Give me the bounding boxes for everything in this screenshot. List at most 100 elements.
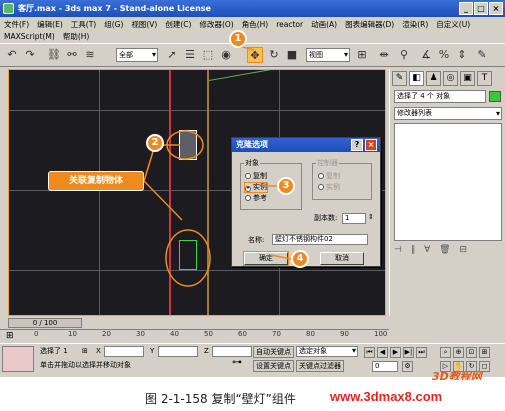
timeline-tick-label: 70 bbox=[272, 330, 281, 338]
radio-icon bbox=[245, 173, 251, 179]
goto-start-icon[interactable]: ⏮ bbox=[364, 347, 375, 358]
title-bar: 客厅.max - 3ds max 7 - Stand-alone License… bbox=[0, 0, 505, 17]
undo-icon[interactable]: ↶ bbox=[4, 47, 20, 63]
set-key-button[interactable]: 设置关键点 bbox=[253, 360, 294, 372]
caption-url[interactable]: www.3dmax8.com bbox=[330, 389, 442, 404]
status-bar: 选择了 1 ⊞ X Y Z ⊶ 自动关键点 选定对象 设置关键点 关键点过滤器 … bbox=[0, 343, 505, 377]
radio-instance[interactable]: • 实例 bbox=[244, 182, 268, 193]
zoom-icon[interactable]: ⌕ bbox=[440, 347, 451, 358]
minimize-button[interactable]: _ bbox=[459, 2, 473, 15]
select-and-scale-icon[interactable]: ■ bbox=[284, 47, 300, 63]
timeline-tick-label: 20 bbox=[102, 330, 111, 338]
copies-spinner[interactable]: 1 bbox=[342, 213, 366, 224]
reference-coordinate-dropdown[interactable]: 视图 bbox=[306, 48, 350, 62]
redo-icon[interactable]: ↷ bbox=[22, 47, 38, 63]
key-filters-button[interactable]: 关键点过滤器 bbox=[296, 360, 344, 372]
track-bar-icon[interactable]: ⊞ bbox=[6, 331, 14, 341]
x-coordinate-field[interactable] bbox=[104, 346, 144, 357]
timeline-tick-label: 0 bbox=[34, 330, 39, 338]
lamp-fixture-bottom[interactable] bbox=[179, 240, 197, 270]
step-badge-4: 4 bbox=[291, 250, 309, 268]
select-object-icon[interactable]: ➚ bbox=[164, 47, 180, 63]
key-icon[interactable]: ⊶ bbox=[232, 358, 242, 368]
make-unique-icon[interactable]: ∀ bbox=[424, 245, 430, 255]
percent-snap-icon[interactable]: % bbox=[436, 47, 452, 63]
radio-copy[interactable]: 复制 bbox=[245, 172, 267, 181]
mirror-icon[interactable]: ⇹ bbox=[376, 47, 392, 63]
close-button[interactable]: × bbox=[489, 2, 503, 15]
selection-filter-dropdown[interactable]: 全部 bbox=[116, 48, 158, 62]
unlink-icon[interactable]: ⚯ bbox=[64, 47, 80, 63]
radio-reference[interactable]: 参考 bbox=[245, 194, 267, 203]
play-icon[interactable]: ▶ bbox=[390, 347, 401, 358]
controller-copy-radio[interactable]: 复制 bbox=[318, 172, 340, 181]
timeline-tick-label: 10 bbox=[68, 330, 77, 338]
ok-button[interactable]: 确定 bbox=[243, 251, 289, 266]
scene-line bbox=[208, 70, 385, 81]
display-tab-icon[interactable]: ▣ bbox=[460, 71, 475, 86]
maximize-button[interactable]: □ bbox=[474, 2, 488, 15]
menu-bar-row-2: MAXScript(M) 帮助(H) bbox=[0, 30, 505, 43]
link-icon[interactable]: ⛓ bbox=[46, 47, 62, 63]
angle-snap-icon[interactable]: ∡ bbox=[418, 47, 434, 63]
time-config-icon[interactable]: ⚙ bbox=[402, 361, 413, 372]
spinner-arrows-icon[interactable]: ⇕ bbox=[368, 213, 374, 221]
z-coordinate-field[interactable] bbox=[212, 346, 252, 357]
bind-spacewarp-icon[interactable]: ≋ bbox=[82, 47, 98, 63]
goto-end-icon[interactable]: ⏭ bbox=[416, 347, 427, 358]
snap-toggle-icon[interactable]: ⚲ bbox=[396, 47, 412, 63]
lamp-fixture-top[interactable] bbox=[179, 130, 197, 160]
selected-object-dropdown[interactable]: 选定对象 bbox=[296, 346, 358, 357]
cancel-button[interactable]: 取消 bbox=[320, 252, 364, 265]
modifier-list-dropdown[interactable]: 修改器列表 bbox=[394, 107, 502, 120]
pivot-center-icon[interactable]: ⊞ bbox=[354, 47, 370, 63]
modify-tab-icon[interactable]: ◧ bbox=[409, 71, 424, 86]
named-selection-icon[interactable]: ✎ bbox=[474, 47, 490, 63]
instance-copy-callout: 关联复制物体 bbox=[48, 171, 144, 191]
zoom-all-icon[interactable]: ⊕ bbox=[453, 347, 464, 358]
pin-stack-icon[interactable]: ⊣ bbox=[394, 245, 402, 255]
motion-tab-icon[interactable]: ◎ bbox=[443, 71, 458, 86]
zoom-extents-all-icon[interactable]: ⊞ bbox=[479, 347, 490, 358]
rectangle-selection-icon[interactable]: ⬚ bbox=[200, 47, 216, 63]
lock-selection-icon[interactable]: ⊞ bbox=[82, 346, 88, 356]
main-toolbar: ↶ ↷ ⛓ ⚯ ≋ 全部 ➚ ☰ ⬚ ◉ ✥ ↻ ■ 视图 ⊞ ⇹ ⚲ ∡ % … bbox=[0, 43, 505, 67]
menu-item[interactable]: MAXScript(M) bbox=[0, 30, 59, 43]
app-window: 客厅.max - 3ds max 7 - Stand-alone License… bbox=[0, 0, 505, 377]
hierarchy-tab-icon[interactable]: ♟ bbox=[426, 71, 441, 86]
dialog-close-button[interactable]: × bbox=[365, 139, 377, 151]
selection-count: 选择了 1 bbox=[40, 347, 68, 355]
select-by-name-icon[interactable]: ☰ bbox=[182, 47, 198, 63]
prev-frame-icon[interactable]: ◀ bbox=[377, 347, 388, 358]
current-frame-field[interactable]: 0 bbox=[372, 361, 398, 372]
remove-modifier-icon[interactable]: 🗑 bbox=[439, 245, 450, 255]
select-and-move-icon[interactable]: ✥ bbox=[247, 47, 263, 63]
zoom-extents-icon[interactable]: ⊡ bbox=[466, 347, 477, 358]
maxscript-listener[interactable] bbox=[2, 346, 34, 372]
select-and-rotate-icon[interactable]: ↻ bbox=[266, 47, 282, 63]
help-button[interactable]: ? bbox=[351, 139, 363, 151]
menu-item[interactable]: 帮助(H) bbox=[59, 30, 94, 43]
auto-key-button[interactable]: 自动关键点 bbox=[253, 346, 294, 358]
next-frame-icon[interactable]: ▶| bbox=[403, 347, 414, 358]
radio-icon bbox=[245, 195, 251, 201]
utilities-tab-icon[interactable]: T bbox=[477, 71, 492, 86]
time-slider[interactable]: 0 / 100 bbox=[8, 318, 82, 328]
object-color-swatch[interactable] bbox=[489, 91, 501, 102]
create-tab-icon[interactable]: ✎ bbox=[392, 71, 407, 86]
controller-instance-radio[interactable]: 实例 bbox=[318, 183, 340, 192]
dialog-title-bar: 克隆选项 ? × bbox=[232, 138, 380, 152]
wall-lamp-geometry[interactable] bbox=[169, 70, 209, 315]
controller-copy-label: 复制 bbox=[326, 172, 340, 180]
spinner-snap-icon[interactable]: ⇕ bbox=[454, 47, 470, 63]
controller-instance-label: 实例 bbox=[326, 183, 340, 191]
configure-sets-icon[interactable]: ⊟ bbox=[459, 245, 467, 255]
z-label: Z bbox=[204, 347, 209, 355]
name-field[interactable]: 壁灯不锈钢构件02 bbox=[272, 234, 368, 245]
y-coordinate-field[interactable] bbox=[158, 346, 198, 357]
modifier-stack[interactable] bbox=[394, 123, 502, 241]
window-crossing-icon[interactable]: ◉ bbox=[218, 47, 234, 63]
timeline-tick-label: 90 bbox=[340, 330, 349, 338]
selection-name-field[interactable]: 选择了 4 个 对象 bbox=[394, 90, 486, 103]
show-end-result-icon[interactable]: ∥ bbox=[411, 245, 416, 255]
